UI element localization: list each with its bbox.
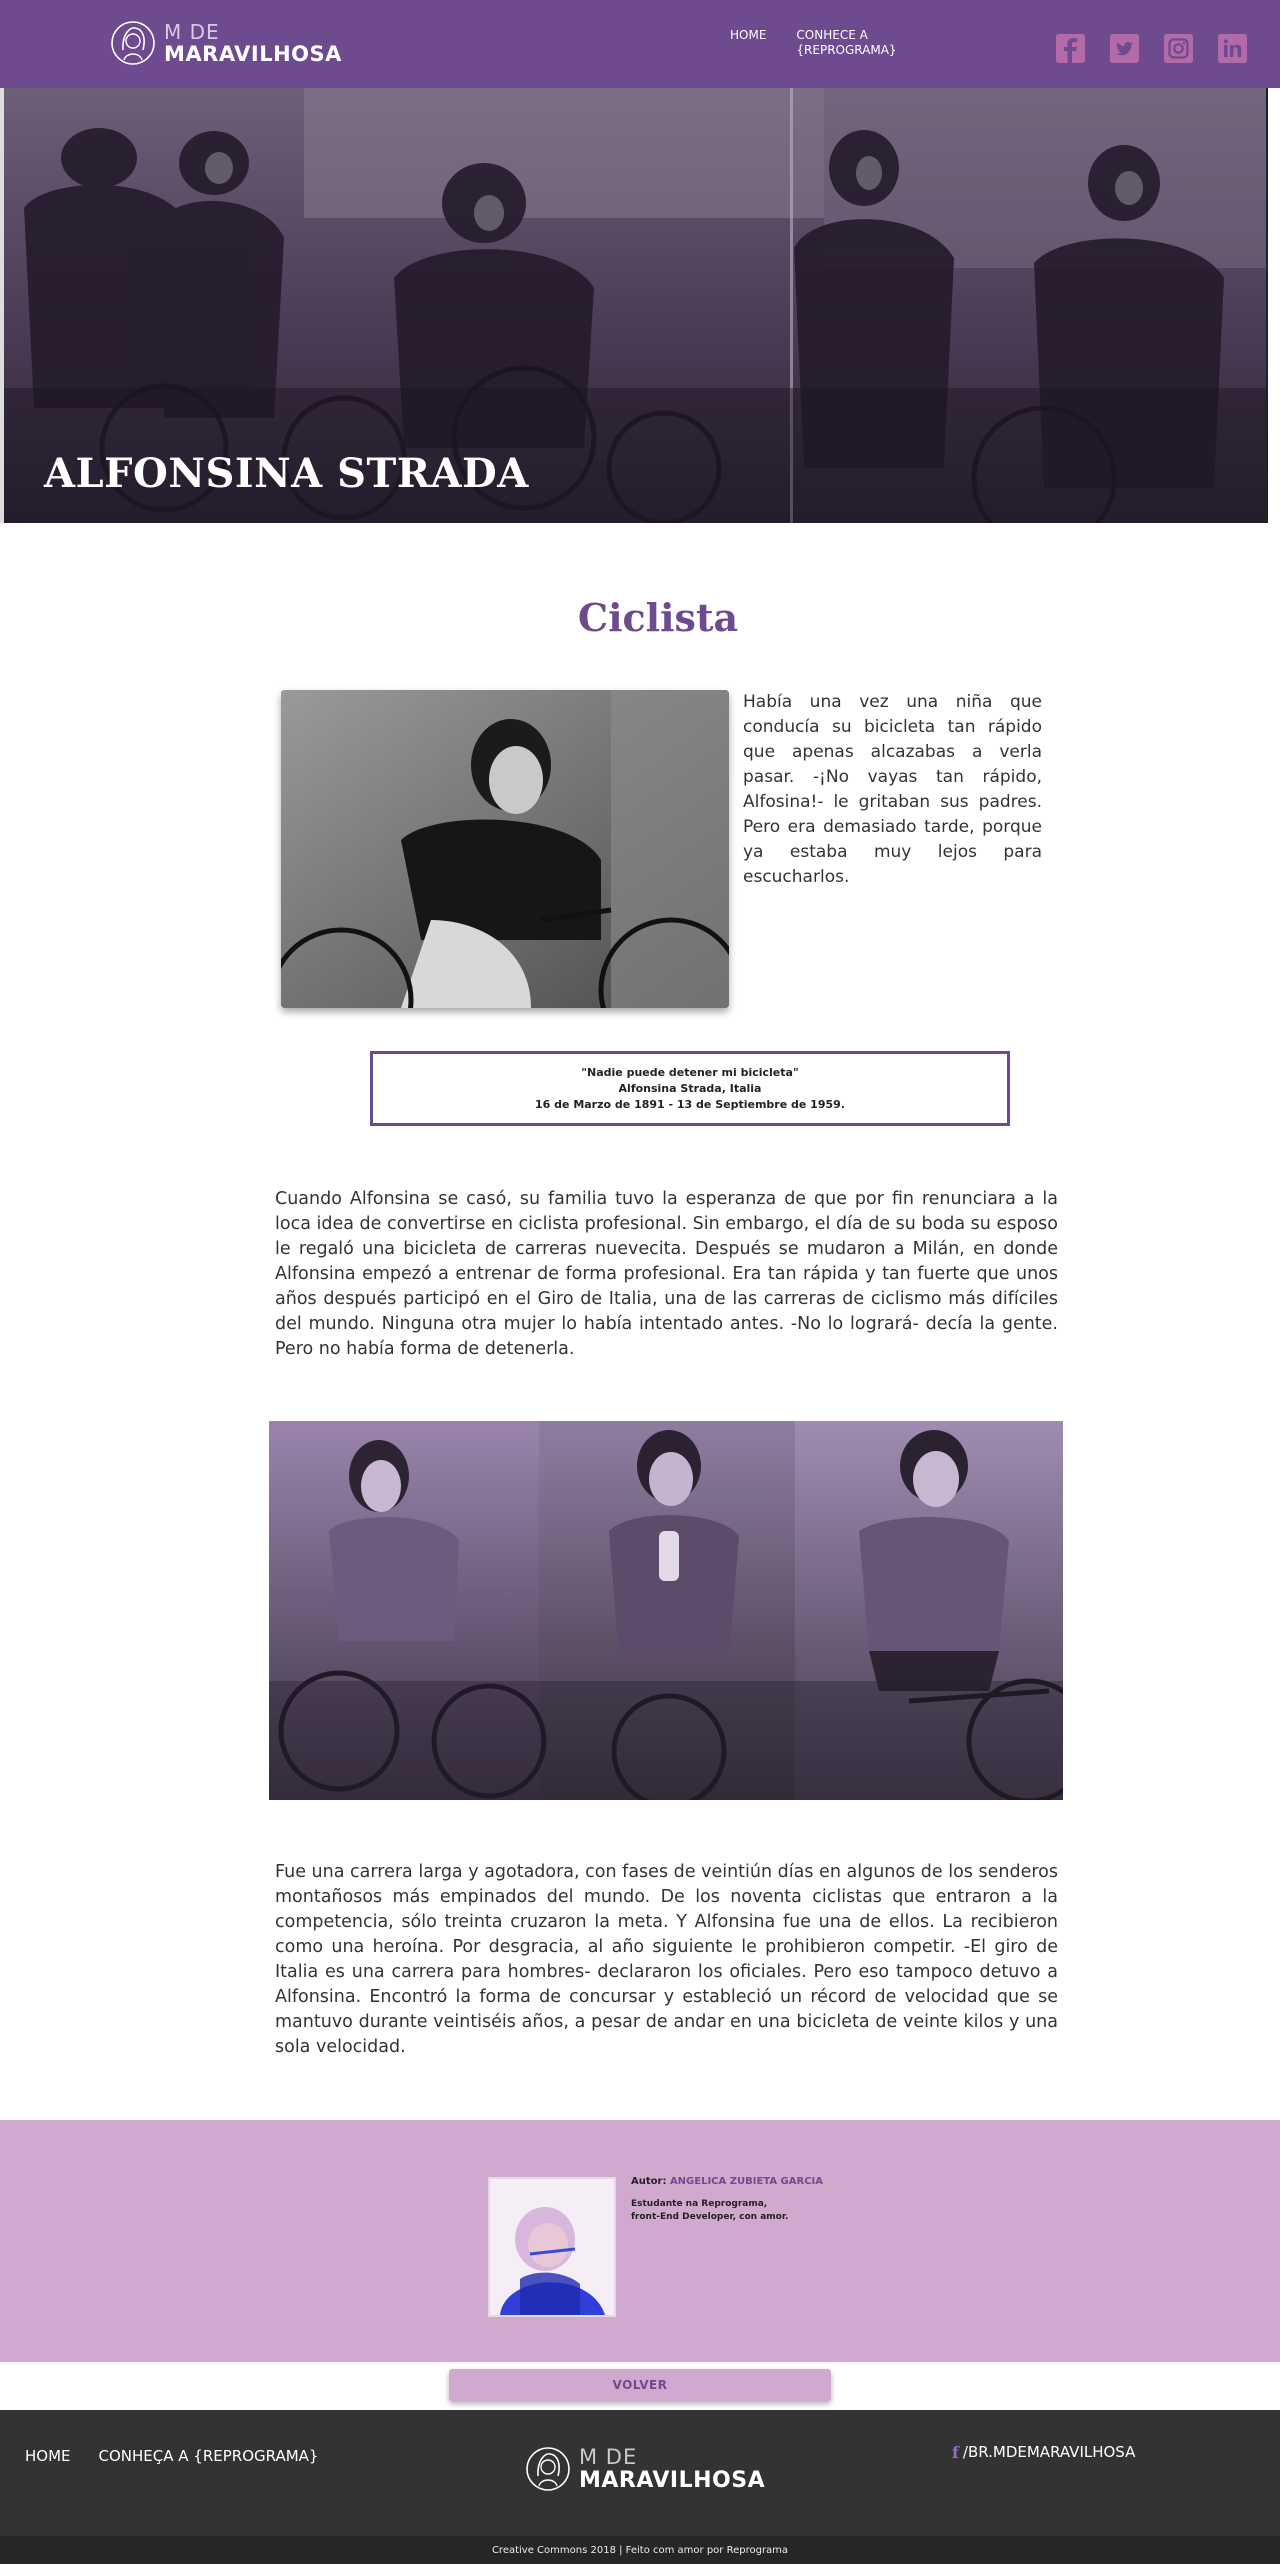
- author-bio: Estudante na Reprograma, front-End Devel…: [631, 2198, 823, 2224]
- author-line: Autor: ANGELICA ZUBIETA GARCIA: [631, 2175, 823, 2188]
- instagram-icon[interactable]: [1164, 34, 1193, 63]
- footer-facebook-icon: f: [952, 2443, 959, 2462]
- story-paragraph-2: Fue una carrera larga y agotadora, con f…: [275, 1862, 1058, 2057]
- logo-line1: M DE: [164, 19, 220, 44]
- twitter-icon[interactable]: [1110, 34, 1139, 63]
- site-header: M DE MARAVILHOSA HOME CONHECE A {REPROGR…: [0, 0, 1280, 88]
- copyright-bar: Creative Commons 2018 | Feito com amor p…: [0, 2536, 1280, 2564]
- hero-title: ALFONSINA STRADA: [44, 450, 529, 497]
- logo-line2: MARAVILHOSA: [164, 41, 342, 66]
- quote-author: Alfonsina Strada, Italia: [618, 1081, 762, 1095]
- footer-facebook-link[interactable]: f /BR.MDEMARAVILHOSA: [952, 2437, 1135, 2461]
- author-section: [0, 2120, 1280, 2362]
- author-name-link[interactable]: ANGELICA ZUBIETA GARCIA: [670, 2176, 823, 2187]
- author-avatar: [488, 2177, 616, 2317]
- intro-paragraph: Había una vez una niña que conducía su b…: [743, 692, 1042, 887]
- main-nav: HOME CONHECE A {REPROGRAMA}: [730, 28, 906, 58]
- section-title: Ciclista: [577, 595, 739, 640]
- quote-box: "Nadie puede detener mi bicicleta" Alfon…: [370, 1051, 1010, 1126]
- hero-banner: ALFONSINA STRADA: [0, 88, 1268, 523]
- logo-link[interactable]: M DE MARAVILHOSA: [110, 16, 342, 70]
- author-bio-line2: front-End Developer, con amor.: [631, 2212, 789, 2222]
- footer-facebook-handle: /BR.MDEMARAVILHOSA: [962, 2443, 1136, 2461]
- author-label: Autor:: [631, 2176, 667, 2187]
- quote-dates: 16 de Marzo de 1891 - 13 de Septiembre d…: [535, 1097, 845, 1111]
- footer-logo-text: M DE MARAVILHOSA: [579, 2444, 766, 2493]
- quote-text: "Nadie puede detener mi bicicleta": [581, 1065, 799, 1079]
- site-footer: HOME CONHEÇA A {REPROGRAMA} M DE MARAVIL…: [0, 2410, 1280, 2536]
- footer-nav-conheca-reprograma[interactable]: CONHEÇA A {REPROGRAMA}: [99, 2447, 319, 2465]
- nav-conhece-reprograma[interactable]: CONHECE A {REPROGRAMA}: [796, 28, 906, 58]
- logo-woman-icon: [111, 21, 155, 65]
- footer-nav-home[interactable]: HOME: [25, 2447, 71, 2465]
- cyclist-photo-collage: [269, 1421, 1063, 1800]
- volver-button[interactable]: VOLVER: [449, 2369, 831, 2401]
- footer-logo-woman-icon: [526, 2447, 570, 2491]
- logo-text: M DE MARAVILHOSA: [164, 22, 342, 65]
- cyclist-portrait-photo: [281, 690, 729, 1008]
- author-bio-line1: Estudante na Reprograma,: [631, 2199, 768, 2209]
- footer-logo-line2: MARAVILHOSA: [579, 2467, 766, 2493]
- footer-nav: HOME CONHEÇA A {REPROGRAMA}: [25, 2447, 318, 2465]
- story-paragraph-1: Cuando Alfonsina se casó, su familia tuv…: [275, 1189, 1058, 1359]
- footer-logo-link[interactable]: M DE MARAVILHOSA: [525, 2442, 765, 2496]
- author-info: Autor: ANGELICA ZUBIETA GARCIA Estudante…: [631, 2175, 823, 2224]
- footer-logo-line1: M DE: [579, 2444, 638, 2469]
- linkedin-icon[interactable]: [1218, 34, 1247, 63]
- facebook-icon[interactable]: [1056, 34, 1085, 63]
- social-links: [1056, 34, 1247, 63]
- nav-home[interactable]: HOME: [730, 28, 766, 58]
